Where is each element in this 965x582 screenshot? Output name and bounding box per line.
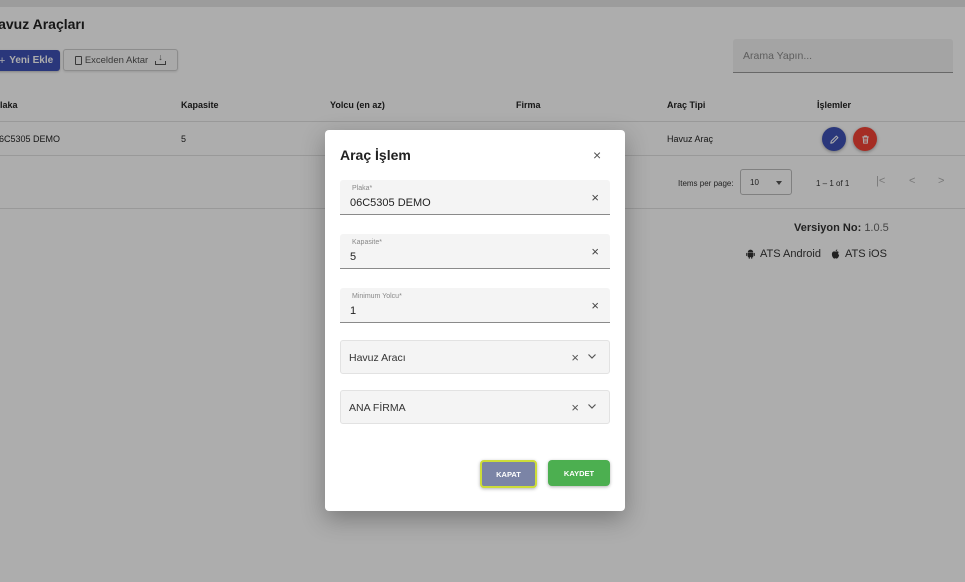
chevron-down-icon[interactable] <box>587 351 597 361</box>
save-button[interactable]: KAYDET <box>548 460 610 486</box>
minimum-yolcu-value: 1 <box>350 305 357 317</box>
clear-icon[interactable]: × <box>571 350 579 365</box>
vehicle-dialog: Araç İşlem × Plaka* 06C5305 DEMO × Kapas… <box>325 130 625 511</box>
close-icon[interactable]: × <box>593 147 601 163</box>
kapasite-value: 5 <box>350 251 357 263</box>
plaka-label: Plaka* <box>352 185 373 192</box>
vehicle-type-value: Havuz Aracı <box>349 352 406 364</box>
clear-icon[interactable]: × <box>591 190 599 205</box>
clear-icon[interactable]: × <box>591 298 599 313</box>
clear-icon[interactable]: × <box>591 244 599 259</box>
clear-icon[interactable]: × <box>571 400 579 415</box>
plaka-field[interactable]: Plaka* 06C5305 DEMO × <box>340 180 610 215</box>
kapasite-field[interactable]: Kapasite* 5 × <box>340 234 610 269</box>
plaka-value: 06C5305 DEMO <box>350 197 431 209</box>
chevron-down-icon[interactable] <box>587 401 597 411</box>
kapasite-label: Kapasite* <box>352 239 382 246</box>
dialog-title: Araç İşlem <box>340 147 411 163</box>
close-button[interactable]: KAPAT <box>480 460 537 488</box>
vehicle-type-select[interactable]: Havuz Aracı × <box>340 340 610 374</box>
company-value: ANA FİRMA <box>349 402 406 414</box>
minimum-yolcu-field[interactable]: Minimum Yolcu* 1 × <box>340 288 610 323</box>
minimum-yolcu-label: Minimum Yolcu* <box>352 293 402 300</box>
company-select[interactable]: ANA FİRMA × <box>340 390 610 424</box>
